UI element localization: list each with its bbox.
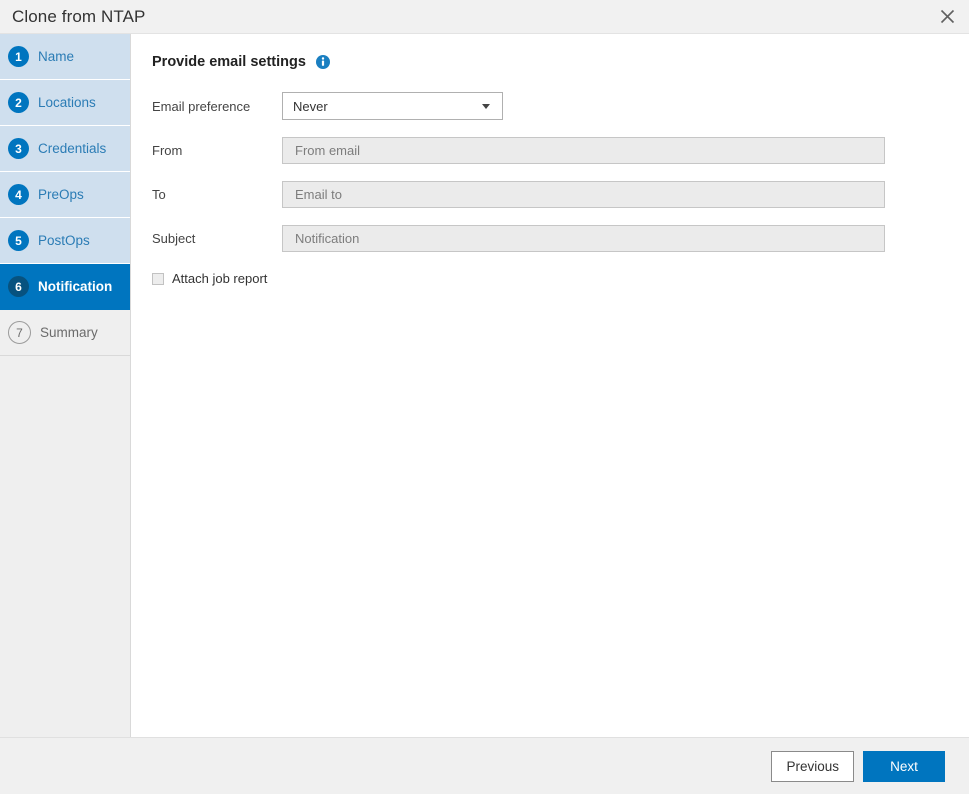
sidebar-step-postops[interactable]: 5 PostOps [0,218,130,264]
subject-label: Subject [152,231,282,246]
dialog-titlebar: Clone from NTAP [0,0,969,34]
step-number-badge: 4 [8,184,29,205]
sidebar-filler [0,356,130,737]
step-number-badge: 7 [8,321,31,344]
step-label: Name [38,49,74,64]
step-number-badge: 3 [8,138,29,159]
dialog-body: 1 Name 2 Locations 3 Credentials 4 PreOp… [0,34,969,737]
sidebar-step-preops[interactable]: 4 PreOps [0,172,130,218]
form-row-to: To [152,181,969,208]
close-icon [940,9,955,24]
chevron-down-icon [482,104,490,109]
next-button[interactable]: Next [863,751,945,782]
attach-job-report-row: Attach job report [152,271,969,286]
close-button[interactable] [925,0,969,33]
email-preference-select[interactable]: Never [282,92,503,120]
clone-from-ntap-dialog: Clone from NTAP 1 Name 2 Locations 3 Cre… [0,0,969,794]
previous-button[interactable]: Previous [771,751,854,782]
from-label: From [152,143,282,158]
step-label: PostOps [38,233,90,248]
step-label: PreOps [38,187,84,202]
attach-job-report-label: Attach job report [172,271,267,286]
form-row-from: From [152,137,969,164]
to-label: To [152,187,282,202]
step-label: Credentials [38,141,106,156]
from-input[interactable] [282,137,885,164]
dialog-footer: Previous Next [0,737,969,794]
email-preference-value: Never [293,99,482,114]
step-number-badge: 5 [8,230,29,251]
form-row-email-preference: Email preference Never [152,92,969,120]
section-header: Provide email settings [152,54,969,70]
wizard-sidebar: 1 Name 2 Locations 3 Credentials 4 PreOp… [0,34,131,737]
step-label: Notification [38,279,112,294]
info-icon[interactable] [316,55,330,69]
dialog-title: Clone from NTAP [0,7,145,27]
sidebar-step-notification[interactable]: 6 Notification [0,264,130,310]
step-label: Summary [40,325,98,340]
step-number-badge: 6 [8,276,29,297]
sidebar-step-summary[interactable]: 7 Summary [0,310,130,356]
sidebar-step-name[interactable]: 1 Name [0,34,130,80]
notification-settings-panel: Provide email settings Email preference … [131,34,969,737]
step-number-badge: 1 [8,46,29,67]
sidebar-step-credentials[interactable]: 3 Credentials [0,126,130,172]
to-input[interactable] [282,181,885,208]
form-row-subject: Subject [152,225,969,252]
email-preference-label: Email preference [152,99,282,114]
step-label: Locations [38,95,96,110]
step-number-badge: 2 [8,92,29,113]
sidebar-step-locations[interactable]: 2 Locations [0,80,130,126]
section-title: Provide email settings [152,54,306,70]
attach-job-report-checkbox[interactable] [152,273,164,285]
subject-input[interactable] [282,225,885,252]
